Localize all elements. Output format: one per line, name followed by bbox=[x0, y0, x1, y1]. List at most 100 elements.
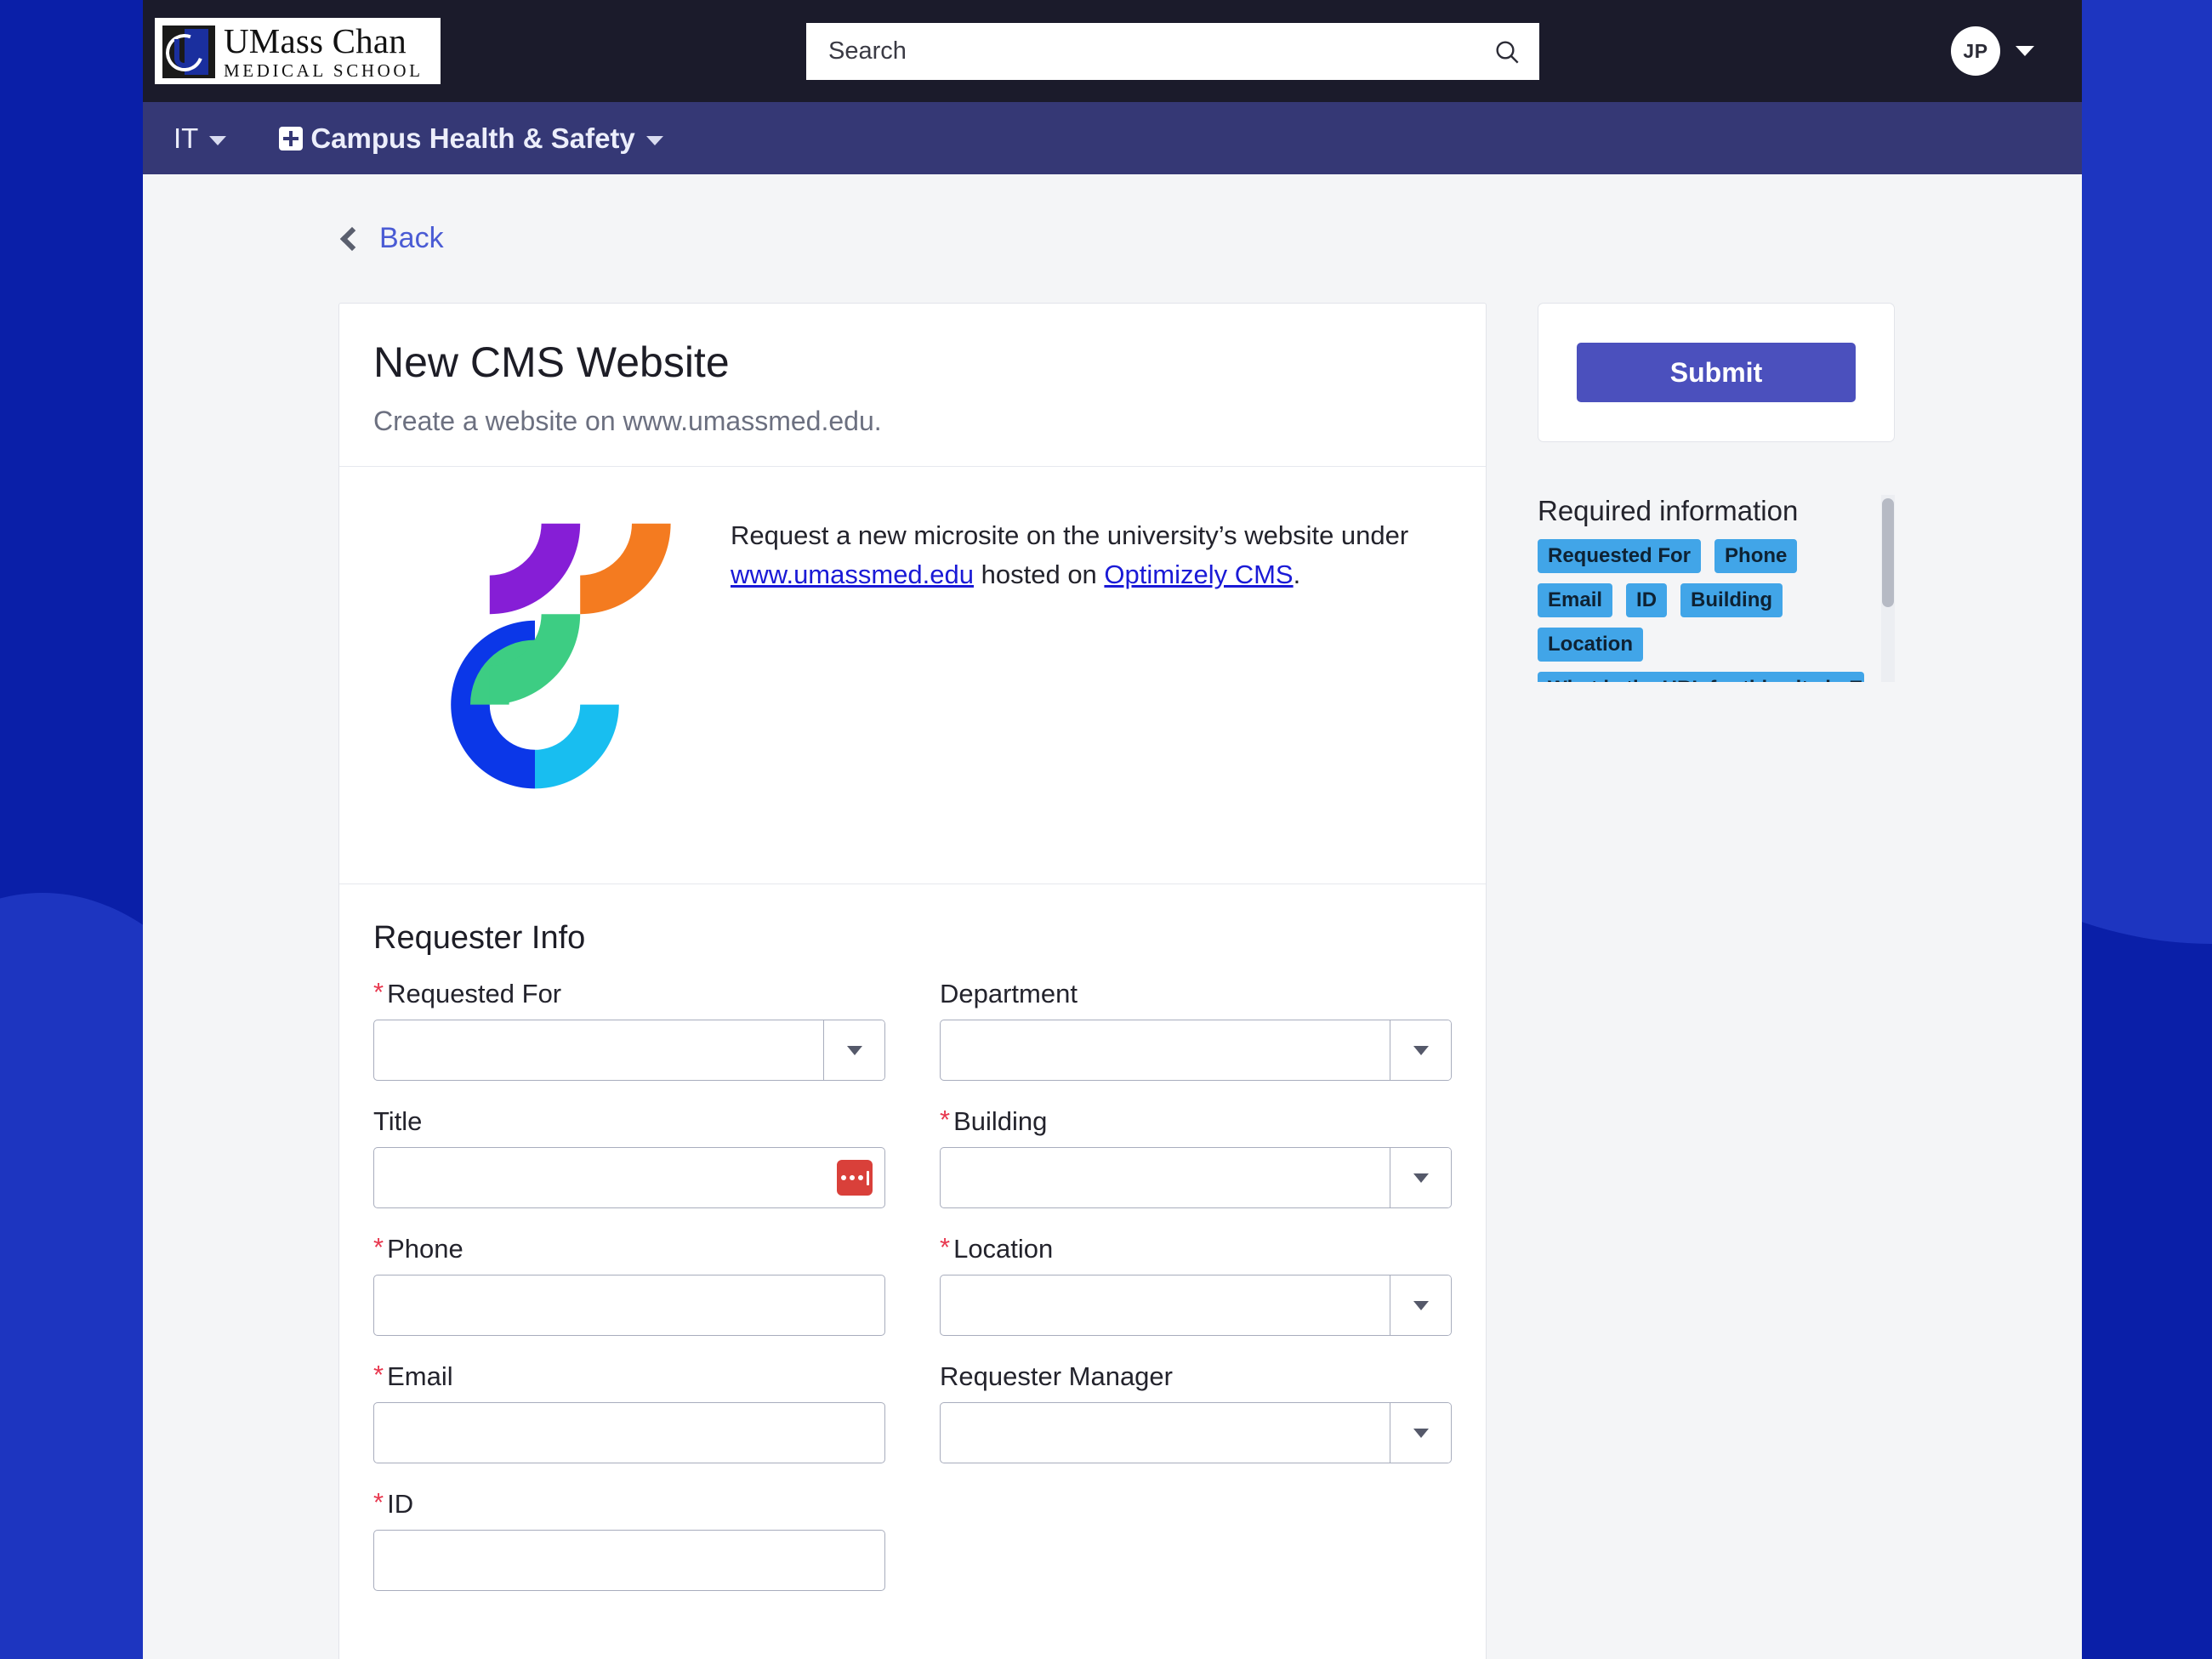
input-email[interactable] bbox=[373, 1402, 885, 1463]
field-department: Department bbox=[940, 979, 1452, 1081]
chevron-down-icon[interactable] bbox=[2016, 46, 2034, 56]
search-bar[interactable] bbox=[806, 23, 1539, 80]
avatar[interactable]: JP bbox=[1951, 26, 2000, 76]
title-input[interactable] bbox=[374, 1148, 837, 1207]
input-building[interactable] bbox=[940, 1147, 1452, 1208]
chip-email[interactable]: Email bbox=[1538, 583, 1613, 617]
umassmed-link[interactable]: www.umassmed.edu bbox=[731, 560, 974, 589]
nav-item-campus-health-safety-label: Campus Health & Safety bbox=[310, 122, 635, 154]
password-manager-icon[interactable] bbox=[837, 1160, 873, 1196]
field-id: * ID bbox=[373, 1489, 885, 1591]
field-requested-for: * Requested For bbox=[373, 979, 885, 1081]
requested-for-dropdown-button[interactable] bbox=[823, 1020, 884, 1080]
nav-bar: IT Campus Health & Safety bbox=[143, 102, 2082, 174]
field-label-location: * Location bbox=[940, 1234, 1452, 1264]
umass-chan-logo[interactable]: UMass Chan MEDICAL SCHOOL bbox=[155, 18, 441, 84]
back-link[interactable]: Back bbox=[338, 222, 444, 255]
field-label-id: * ID bbox=[373, 1489, 885, 1520]
chip-building[interactable]: Building bbox=[1680, 583, 1783, 617]
search-input[interactable] bbox=[806, 23, 1475, 80]
label-text: Requested For bbox=[387, 979, 562, 1008]
input-id[interactable] bbox=[373, 1530, 885, 1591]
nav-item-campus-health-safety[interactable]: Campus Health & Safety bbox=[279, 122, 663, 155]
label-text: Title bbox=[373, 1106, 423, 1136]
umass-chan-logo-text: UMass Chan MEDICAL SCHOOL bbox=[224, 24, 424, 80]
card-header: New CMS Website Create a website on www.… bbox=[339, 304, 1486, 466]
sidebar: Submit Required information Requested Fo… bbox=[1538, 303, 1895, 682]
department-input[interactable] bbox=[941, 1020, 1390, 1080]
field-location: * Location bbox=[940, 1234, 1452, 1336]
chip-site-url-question[interactable]: What is the URL for this site in Epis bbox=[1538, 672, 1864, 682]
intro-text: Request a new microsite on the universit… bbox=[731, 496, 1411, 594]
catalog-item-card: New CMS Website Create a website on www.… bbox=[338, 303, 1487, 1659]
submit-card: Submit bbox=[1538, 303, 1895, 442]
field-label-title: Title bbox=[373, 1106, 885, 1137]
required-asterisk: * bbox=[373, 977, 384, 1007]
id-input[interactable] bbox=[374, 1531, 884, 1590]
requester-manager-dropdown-button[interactable] bbox=[1390, 1403, 1451, 1463]
required-asterisk: * bbox=[373, 1360, 384, 1389]
location-input[interactable] bbox=[941, 1275, 1390, 1335]
label-text: Department bbox=[940, 979, 1078, 1008]
submit-button[interactable]: Submit bbox=[1577, 343, 1856, 402]
input-location[interactable] bbox=[940, 1275, 1452, 1336]
field-label-requester-manager: Requester Manager bbox=[940, 1361, 1452, 1392]
page-body: Back New CMS Website Create a website on… bbox=[143, 174, 2082, 1659]
search-submit-button[interactable] bbox=[1475, 23, 1539, 80]
scrollbar-thumb[interactable] bbox=[1882, 498, 1894, 607]
nav-item-it[interactable]: IT bbox=[173, 122, 227, 155]
chevron-down-icon bbox=[1413, 1428, 1429, 1438]
input-phone[interactable] bbox=[373, 1275, 885, 1336]
chip-phone[interactable]: Phone bbox=[1714, 539, 1798, 573]
phone-input[interactable] bbox=[374, 1275, 884, 1335]
nav-item-it-label: IT bbox=[173, 122, 199, 154]
intro-part-3: . bbox=[1293, 559, 1301, 589]
user-menu[interactable]: JP bbox=[1951, 26, 2034, 76]
optimizely-cms-link[interactable]: Optimizely CMS bbox=[1104, 560, 1293, 589]
chevron-left-icon bbox=[339, 226, 365, 251]
input-title[interactable] bbox=[373, 1147, 885, 1208]
chevron-down-icon bbox=[645, 135, 663, 145]
requested-for-input[interactable] bbox=[374, 1020, 823, 1080]
field-email: * Email bbox=[373, 1361, 885, 1463]
location-dropdown-button[interactable] bbox=[1390, 1275, 1451, 1335]
department-dropdown-button[interactable] bbox=[1390, 1020, 1451, 1080]
field-label-department: Department bbox=[940, 979, 1452, 1009]
required-chips-list: Requested For Phone Email ID Building Lo… bbox=[1538, 539, 1869, 682]
field-label-building: * Building bbox=[940, 1106, 1452, 1137]
field-label-email: * Email bbox=[373, 1361, 885, 1392]
field-building: * Building bbox=[940, 1106, 1452, 1208]
chevron-down-icon bbox=[209, 135, 227, 145]
chevron-down-icon bbox=[1413, 1045, 1429, 1055]
label-text: Building bbox=[953, 1106, 1048, 1136]
chip-location[interactable]: Location bbox=[1538, 628, 1643, 662]
required-information-title: Required information bbox=[1538, 495, 1799, 526]
optimizely-logo-icon bbox=[373, 496, 697, 836]
email-input[interactable] bbox=[374, 1403, 884, 1463]
field-label-requested-for: * Requested For bbox=[373, 979, 885, 1009]
intro-part-1: Request a new microsite on the universit… bbox=[731, 520, 1409, 550]
label-text: Location bbox=[953, 1234, 1054, 1264]
top-bar: UMass Chan MEDICAL SCHOOL JP bbox=[143, 0, 2082, 102]
required-panel-scrollbar[interactable] bbox=[1881, 495, 1895, 682]
input-requested-for[interactable] bbox=[373, 1020, 885, 1081]
building-input[interactable] bbox=[941, 1148, 1390, 1207]
section-title-requester-info: Requester Info bbox=[373, 920, 586, 956]
required-information-panel: Required information Requested For Phone… bbox=[1538, 495, 1895, 682]
input-department[interactable] bbox=[940, 1020, 1452, 1081]
input-requester-manager[interactable] bbox=[940, 1402, 1452, 1463]
page-subtitle: Create a website on www.umassmed.edu. bbox=[373, 406, 882, 436]
field-requester-manager: Requester Manager bbox=[940, 1361, 1452, 1463]
back-link-label: Back bbox=[379, 222, 444, 254]
page-title: New CMS Website bbox=[373, 338, 730, 386]
chip-id[interactable]: ID bbox=[1626, 583, 1668, 617]
chevron-down-icon bbox=[846, 1045, 862, 1055]
form-grid: * Requested For Department Title * Build… bbox=[373, 979, 1452, 1616]
required-asterisk: * bbox=[373, 1232, 384, 1262]
chip-requested-for[interactable]: Requested For bbox=[1538, 539, 1702, 573]
plus-badge-icon bbox=[279, 126, 304, 151]
requester-manager-input[interactable] bbox=[941, 1403, 1390, 1463]
umass-chan-logo-mark bbox=[162, 26, 215, 78]
field-title: Title bbox=[373, 1106, 885, 1208]
building-dropdown-button[interactable] bbox=[1390, 1148, 1451, 1207]
